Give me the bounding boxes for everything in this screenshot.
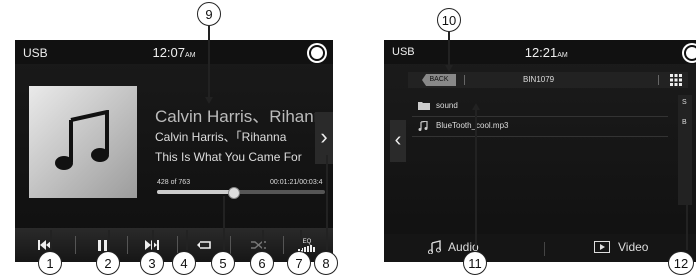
brightness-icon[interactable] [309,45,325,61]
divider [75,236,76,254]
tab-label: Video [618,240,649,254]
divider [544,242,545,256]
callout-5: 5 [211,251,235,275]
callout-11: 11 [463,251,487,275]
callout-arrow [472,103,480,110]
progress-bar[interactable] [157,190,325,194]
index-letter[interactable]: S [682,99,687,106]
divider [412,136,668,137]
callout-line [152,230,154,250]
callout-9: 9 [197,2,221,26]
callout-1: 1 [38,251,62,275]
browser-toolbar: BACK BIN1079 [408,72,688,88]
source-label: USB [23,46,48,60]
list-item[interactable]: sound [412,98,668,116]
callout-line [475,106,477,250]
callout-12: 12 [668,251,694,275]
brightness-icon[interactable] [684,45,696,61]
callout-line [223,196,225,250]
callout-line [50,230,52,250]
track-counter: 428 of 763 [157,179,191,186]
alphabet-index[interactable]: S B [678,95,692,205]
status-bar: USB 12:07AM [15,40,333,64]
source-label: USB [392,46,415,58]
current-folder-label: BIN1079 [523,75,555,84]
callout-10: 10 [437,8,461,32]
index-letter[interactable]: B [682,119,687,126]
track-title: Calvin Harris、Rihann... [155,107,333,126]
divider [464,75,465,85]
clock: 12:21AM [524,45,568,60]
music-file-icon [418,121,428,131]
callout-3: 3 [140,251,164,275]
progress-knob[interactable] [227,187,240,199]
callout-line [108,230,110,250]
repeat-icon [197,241,211,249]
progress-fill [157,190,233,194]
shuffle-icon [251,241,266,249]
callout-line [686,170,688,250]
track-song: This Is What You Came For [155,150,302,164]
callout-7: 7 [287,251,311,275]
list-item[interactable]: BlueTooth_cool.mp3 [412,118,668,136]
divider [283,236,284,254]
callout-6: 6 [250,251,274,275]
list-item-label: sound [436,101,458,110]
previous-page-arrow[interactable]: ‹ [390,120,406,162]
callout-arrow [205,97,213,104]
callout-8: 8 [314,251,338,275]
callout-2: 2 [96,251,120,275]
divider [658,75,659,85]
elapsed-time: 00:01:21/00:03:4 [270,179,323,186]
callout-arrow [445,65,453,72]
track-artist: Calvin Harris、「Rihanna [155,130,287,144]
list-item-label: BlueTooth_cool.mp3 [436,121,509,130]
callout-line [326,155,328,250]
callout-line [208,26,210,98]
status-bar: USB 12:21AM [384,40,696,64]
folder-icon [418,102,430,110]
clock: 12:07AM [152,45,196,60]
back-button[interactable]: BACK [422,74,456,86]
callout-line [186,230,188,250]
album-art [29,86,137,198]
callout-line [262,230,264,250]
callout-4: 4 [172,251,196,275]
tab-video[interactable]: Video [594,240,648,254]
video-icon [594,241,610,253]
file-browser-screen: USB 12:21AM BACK BIN1079 sound BlueTooth… [384,40,696,262]
divider [127,236,128,254]
pause-icon [98,239,107,251]
music-note-icon [55,110,109,170]
next-page-arrow[interactable]: › [315,112,333,164]
media-tab-bar: Audio Video [384,234,696,262]
divider [230,236,231,254]
callout-line [300,230,302,250]
divider [412,116,668,117]
grid-view-icon[interactable] [670,74,682,86]
music-note-icon [428,240,441,254]
callout-line [448,32,450,66]
audio-player-screen: USB 12:07AM Calvin Harris、Rihann... Calv… [15,40,333,262]
